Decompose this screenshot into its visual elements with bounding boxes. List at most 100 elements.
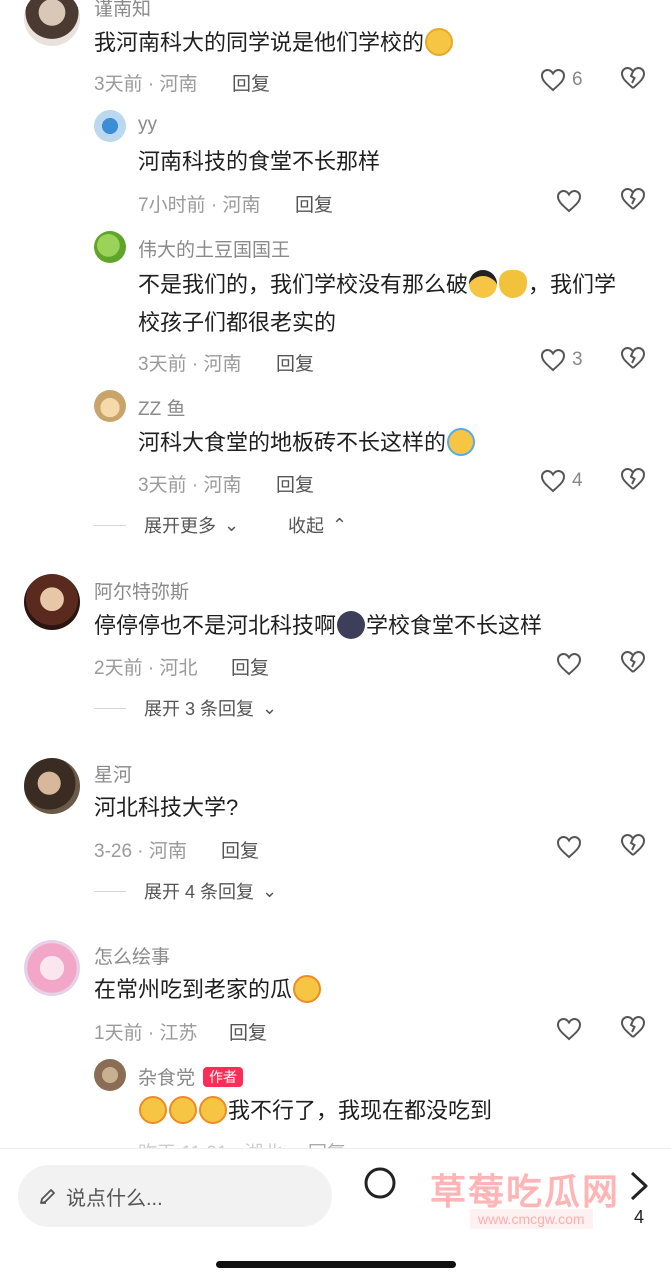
like-button[interactable]: 4 (540, 467, 583, 495)
reply-button[interactable]: 回复 (276, 349, 314, 376)
like-count: 4 (572, 470, 583, 491)
heart-icon (540, 469, 566, 493)
collapse-label: 收起 (288, 516, 324, 536)
comment-author[interactable]: yy (138, 114, 157, 136)
reply-button[interactable]: 回复 (229, 1018, 267, 1045)
author-badge: 作者 (203, 1067, 244, 1087)
comment-input-bar: 说点什么... 草莓吃瓜网 www.cmcgw.com 4 (0, 1148, 671, 1280)
home-indicator (216, 1261, 456, 1268)
comment-text: 我河南科大的同学说是他们学校的 (94, 24, 454, 62)
laughing-tears-emoji-icon (199, 1096, 227, 1124)
expand-more-button[interactable]: 展开更多 ⌄ (94, 512, 239, 538)
broken-heart-icon (620, 66, 646, 89)
heart-icon (540, 68, 566, 92)
comment-author[interactable]: 星河 (94, 760, 132, 787)
comment-meta: 3天前 · 河南 (138, 475, 242, 496)
reply-button[interactable]: 回复 (221, 836, 259, 863)
like-button[interactable] (556, 187, 582, 215)
dislike-button[interactable] (620, 1015, 648, 1043)
comment-meta: 1天前 · 江苏 (94, 1023, 198, 1044)
avatar[interactable] (24, 940, 80, 996)
comment-text: 不是我们的，我们学校没有那么破 ，我们学 校孩子们都很老实的 (138, 266, 658, 342)
comment-author[interactable]: 杂食党 作者 (138, 1063, 244, 1090)
collapse-button[interactable]: 收起 ⌃ (288, 512, 347, 538)
comment-text-content: ，我们学 (528, 272, 617, 297)
avatar[interactable] (94, 390, 126, 422)
comment-input-placeholder: 说点什么... (66, 1187, 163, 1210)
avatar[interactable] (24, 758, 80, 814)
comment-author[interactable]: 伟大的土豆国国王 (138, 235, 290, 262)
expand-replies-button[interactable]: 展开 4 条回复 ⌄ (94, 878, 277, 904)
like-button[interactable] (556, 833, 582, 861)
expand-more-label: 展开更多 (144, 516, 216, 536)
comment-author[interactable]: 谨南知 (94, 0, 151, 21)
comment-text-content: 校孩子们都很老实的 (138, 310, 337, 335)
chevron-down-icon: ⌄ (224, 514, 240, 535)
comment-author[interactable]: ZZ 鱼 (138, 394, 186, 421)
emoji-icon[interactable] (360, 1163, 400, 1208)
comment-author[interactable]: 阿尔特弥斯 (94, 577, 189, 604)
reply-button[interactable]: 回复 (295, 190, 333, 217)
avatar[interactable] (24, 574, 80, 630)
broken-heart-icon (620, 650, 646, 673)
broken-heart-icon (620, 346, 646, 369)
comment-text: 河南科技的食堂不长那样 (138, 149, 381, 174)
avatar[interactable] (94, 1059, 126, 1091)
avatar[interactable] (94, 231, 126, 263)
comment-text-content: 停停停也不是河北科技啊 (94, 613, 337, 638)
comment-text-content: 河科大食堂的地板砖不长这样的 (138, 430, 447, 455)
grinning-sweat-emoji-icon (425, 28, 454, 56)
comment-text: 河北科技大学? (94, 795, 239, 820)
watermark-logo: 草莓吃瓜网 (430, 1171, 621, 1212)
share-arrow-icon[interactable] (624, 1169, 652, 1208)
divider (94, 890, 126, 892)
avatar[interactable] (94, 110, 126, 142)
reply-button[interactable]: 回复 (232, 69, 270, 96)
dislike-button[interactable] (620, 66, 648, 94)
broken-heart-icon (620, 833, 646, 856)
comment-meta: 3-26 · 河南 (94, 841, 187, 862)
avatar[interactable] (24, 0, 80, 46)
comment-input[interactable]: 说点什么... (18, 1165, 332, 1227)
heart-icon (556, 1017, 582, 1041)
comment-meta: 3天前 · 河南 (94, 74, 198, 95)
comment-text-content: 学校食堂不长这样 (366, 613, 543, 638)
comment-author-name: 杂食党 (138, 1068, 196, 1089)
broken-heart-icon (620, 1015, 646, 1038)
laughing-tears-emoji-icon (293, 975, 322, 1003)
comment-meta: 3天前 · 河南 (138, 354, 242, 375)
sunglasses-emoji-icon (469, 270, 498, 298)
like-button[interactable] (556, 650, 582, 678)
dark-face-emoji-icon (337, 611, 366, 639)
comment-text-content: 我不行了，我现在都没吃到 (228, 1098, 493, 1123)
gesture-emoji-icon (499, 270, 528, 298)
comment-text: 在常州吃到老家的瓜 (94, 971, 322, 1009)
comment-author[interactable]: 怎么绘事 (94, 942, 170, 969)
broken-heart-icon (620, 467, 646, 490)
dislike-button[interactable] (620, 467, 648, 495)
dislike-button[interactable] (620, 833, 648, 861)
reply-button[interactable]: 回复 (231, 653, 269, 680)
reply-button[interactable]: 回复 (276, 470, 314, 497)
dislike-button[interactable] (620, 346, 648, 374)
comment-text-content: 不是我们的，我们学校没有那么破 (138, 272, 469, 297)
dislike-button[interactable] (620, 187, 648, 215)
like-count: 6 (572, 69, 583, 90)
like-button[interactable]: 3 (540, 346, 583, 374)
heart-icon (540, 348, 566, 372)
like-button[interactable]: 6 (540, 66, 583, 94)
expand-replies-button[interactable]: 展开 3 条回复 ⌄ (94, 695, 277, 721)
expand-replies-label: 展开 3 条回复 (144, 699, 255, 719)
comment-text: 停停停也不是河北科技啊 学校食堂不长这样 (94, 607, 542, 645)
comment-meta: 2天前 · 河北 (94, 658, 198, 679)
comment-meta: 7小时前 · 河南 (138, 195, 261, 216)
dislike-button[interactable] (620, 650, 648, 678)
laughing-tears-emoji-icon (169, 1096, 197, 1124)
share-count: 4 (634, 1207, 645, 1227)
pencil-icon (40, 1189, 55, 1204)
heart-icon (556, 835, 582, 859)
like-button[interactable] (556, 1015, 582, 1043)
like-count: 3 (572, 349, 583, 370)
watermark-url: www.cmcgw.com (470, 1209, 593, 1229)
comment-text: 河科大食堂的地板砖不长这样的 (138, 424, 476, 462)
